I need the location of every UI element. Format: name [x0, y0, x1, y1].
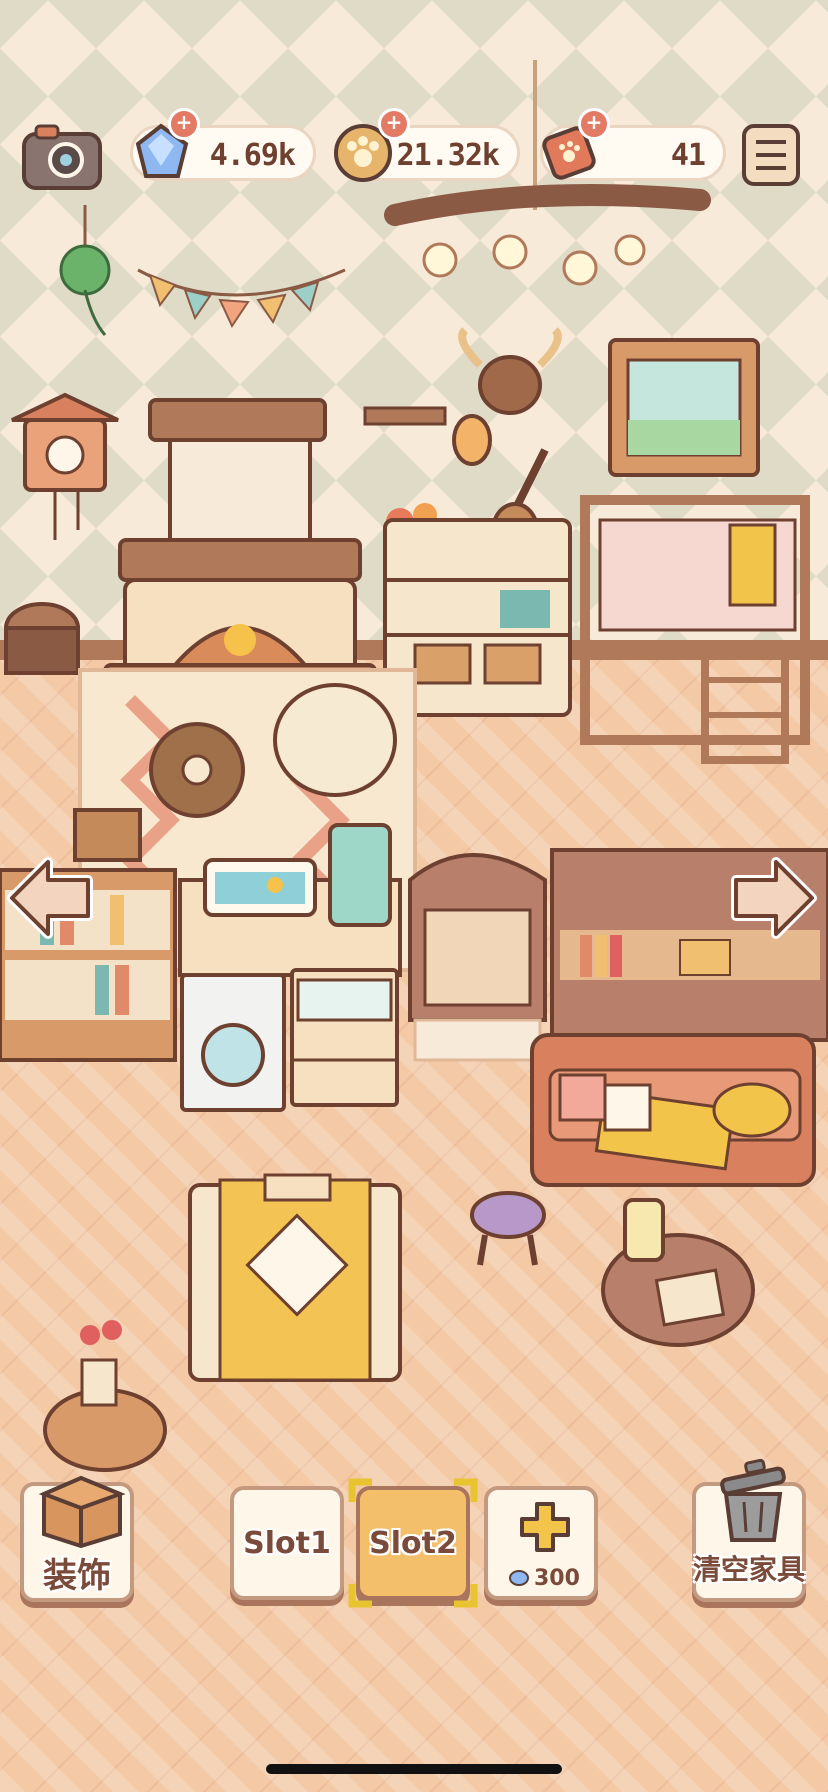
add-gems-button[interactable]: +	[168, 108, 200, 140]
window	[608, 338, 760, 477]
add-slot-cost: 300	[534, 1566, 580, 1591]
coffee-machine	[328, 823, 392, 927]
clear-furniture-label: 清空家具	[692, 1553, 805, 1586]
bunting-decoration	[137, 268, 346, 329]
slot1-button[interactable]: Slot1	[230, 1486, 344, 1600]
gem-cost-icon	[509, 1570, 529, 1586]
stool	[470, 1191, 546, 1266]
ticket-amount: 41	[670, 138, 706, 173]
sink-cabinet	[290, 968, 399, 1107]
coin-amount: 21.32k	[396, 138, 500, 173]
add-coins-button[interactable]: +	[378, 108, 410, 140]
add-tickets-button[interactable]: +	[578, 108, 610, 140]
hanging-plant	[59, 205, 111, 336]
donut-cushion	[149, 722, 245, 818]
add-slot-button[interactable]: 300	[484, 1486, 598, 1600]
plus-icon	[520, 1502, 570, 1552]
home-indicator[interactable]	[266, 1764, 562, 1774]
list-menu-icon	[742, 124, 800, 186]
slot1-label: Slot1	[243, 1526, 331, 1561]
decorate-button[interactable]: 装饰	[20, 1475, 134, 1602]
cuckoo-clock	[11, 392, 119, 540]
camera-icon	[22, 124, 102, 190]
loft-bed	[580, 495, 810, 764]
sofa	[530, 1033, 816, 1187]
plant-side-table	[43, 1320, 167, 1472]
dining-table	[188, 1173, 402, 1382]
deer-head-trophy	[458, 327, 562, 415]
menu-button[interactable]	[740, 122, 802, 188]
camera-button[interactable]	[20, 122, 104, 192]
gem-amount: 4.69k	[209, 138, 296, 173]
wall-shelf	[363, 406, 447, 426]
selected-slot-frame	[348, 1478, 478, 1608]
log-stump	[4, 602, 80, 675]
arrow-left-icon	[7, 857, 93, 939]
bean-bag	[273, 683, 397, 797]
previous-room-button[interactable]	[4, 852, 96, 944]
fireplace	[103, 398, 377, 697]
box-icon	[38, 1475, 126, 1548]
arrow-right-icon	[731, 857, 817, 939]
trash-can-icon	[720, 1458, 786, 1542]
cupboard	[408, 853, 547, 1062]
wall-mirror	[452, 414, 492, 466]
next-room-button[interactable]	[728, 852, 820, 944]
washing-machine	[180, 973, 286, 1112]
decorate-label: 装饰	[43, 1556, 111, 1596]
clear-furniture-button[interactable]: 清空家具	[692, 1458, 806, 1602]
round-side-table	[601, 1198, 755, 1347]
